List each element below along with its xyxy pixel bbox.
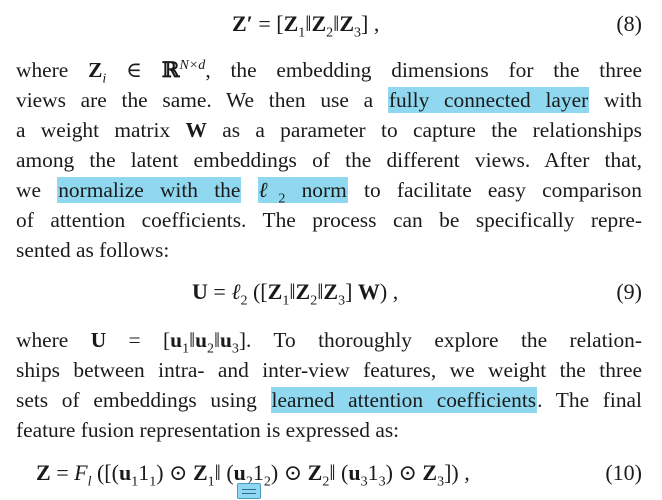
highlight-annotation[interactable]: normalize with the: [57, 177, 242, 203]
equation-9-body: U = ℓ2 ([Z1‖Z2‖Z3] W) ,: [192, 279, 399, 309]
highlight-annotation[interactable]: fully connected layer: [387, 87, 590, 113]
equation-9: U = ℓ2 ([Z1‖Z2‖Z3] W) , (9): [0, 272, 662, 312]
text-line: ships between intra- and inter-view feat…: [16, 358, 642, 382]
text-line: views are the same. We then use a fully …: [16, 87, 642, 113]
equation-number: (8): [616, 11, 642, 36]
equation-8-body: Z′ = [Z1‖Z2‖Z3] ,: [232, 11, 380, 41]
equation-8: Z′ = [Z1‖Z2‖Z3] , (8): [0, 4, 662, 44]
equation-number: (10): [605, 460, 642, 485]
text-line: a weight matrix W as a parameter to capt…: [16, 118, 642, 142]
equation-number: (9): [616, 279, 642, 304]
text-line: of attention coefficients. The process c…: [16, 208, 642, 232]
text-line: where Zi ∈ ℝN×d, the embedding dimension…: [16, 57, 642, 87]
text-line: feature fusion representation is express…: [16, 418, 400, 442]
text-line: sented as follows:: [16, 238, 170, 262]
equation-10: Z = Fl ([(u111) ⊙ Z1‖ (u212) ⊙ Z2‖ (u313…: [0, 453, 662, 493]
highlight-annotation[interactable]: learned attention coefficients: [270, 387, 538, 413]
text-line: where U = [u1‖u2‖u3]. To thoroughly expl…: [16, 328, 642, 357]
paper-page: Z′ = [Z1‖Z2‖Z3] , (8) where Zi ∈ ℝN×d, t…: [0, 0, 662, 500]
text-line: sets of embeddings using learned attenti…: [16, 387, 642, 413]
highlight-annotation[interactable]: ℓ2 norm: [257, 177, 348, 206]
text-line: we normalize with the ℓ2 norm to facilit…: [16, 177, 642, 207]
text-line: among the latent embeddings of the diffe…: [16, 148, 642, 172]
note-icon[interactable]: [237, 483, 261, 499]
